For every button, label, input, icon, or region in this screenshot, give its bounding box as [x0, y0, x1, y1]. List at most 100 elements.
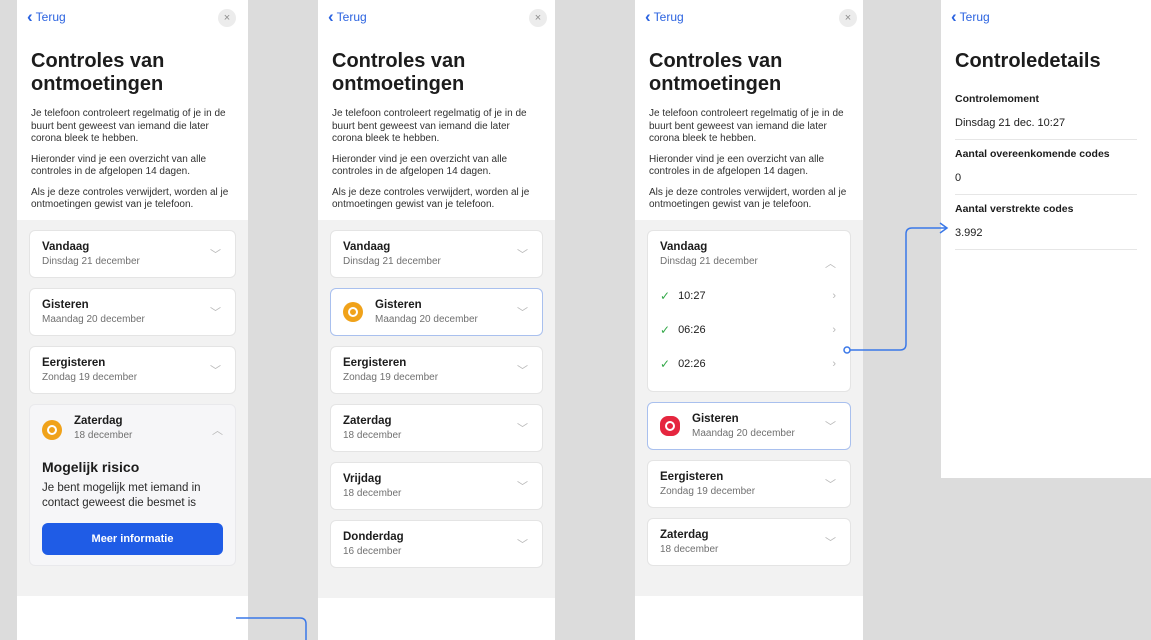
chevron-right-icon: ›	[832, 357, 836, 370]
day-card[interactable]: Gisteren Maandag 20 december ﹀	[29, 287, 236, 336]
intro-text: Je telefoon controleert regelmatig of je…	[31, 108, 226, 144]
day-card[interactable]: Eergisteren Zondag 19 december ﹀	[29, 345, 236, 394]
checkmark-icon: ✓	[660, 356, 671, 371]
detail-value: 3.992	[955, 227, 983, 239]
day-card[interactable]: Eergisteren Zondag 19 december ﹀	[330, 345, 543, 394]
day-card[interactable]: Donderdag 16 december ﹀	[330, 519, 543, 568]
intro-text: Als je deze controles verwijdert, worden…	[649, 186, 847, 211]
day-card[interactable]: Eergisteren Zondag 19 december ﹀	[647, 459, 851, 508]
day-title: Eergisteren	[42, 356, 106, 369]
chevron-left-icon: ‹	[645, 7, 651, 26]
close-button[interactable]: ×	[529, 9, 547, 27]
day-date: Dinsdag 21 december	[42, 255, 140, 267]
close-icon: ×	[844, 12, 852, 24]
day-card-warning[interactable]: Gisteren Maandag 20 december ﹀	[330, 287, 543, 336]
chevron-down-icon: ﹀	[517, 422, 528, 435]
detail-label: Aantal verstrekte codes	[955, 203, 1074, 215]
intro-text: Hieronder vind je een overzicht van alle…	[649, 153, 825, 178]
day-card[interactable]: Zaterdag 18 december ﹀	[647, 517, 851, 566]
day-title: Zaterdag	[343, 414, 392, 427]
day-title: Gisteren	[42, 298, 89, 311]
intro-text: Hieronder vind je een overzicht van alle…	[31, 153, 207, 178]
more-info-button[interactable]: Meer informatie	[42, 522, 223, 555]
chevron-down-icon: ﹀	[210, 306, 221, 319]
backdrop-gap	[941, 478, 1151, 640]
checkmark-icon: ✓	[660, 288, 671, 303]
detail-section: Aantal verstrekte codes 3.992	[955, 195, 1137, 250]
day-title: Vandaag	[660, 240, 708, 253]
nav-bar: ‹ Terug	[941, 0, 1151, 42]
back-button[interactable]: ‹ Terug	[645, 7, 684, 26]
close-icon: ×	[223, 12, 231, 24]
day-date: Maandag 20 december	[375, 313, 478, 325]
day-title: Gisteren	[692, 412, 739, 425]
backdrop-gap	[555, 0, 635, 640]
check-list: Vandaag Dinsdag 21 december ﹀ Gisteren Maan…	[318, 219, 555, 598]
page-title: Controles van ontmoetingen	[649, 50, 783, 95]
check-list: Vandaag Dinsdag 21 december ﹀ Gisteren Maan…	[17, 219, 248, 596]
day-title: Zaterdag	[660, 528, 709, 541]
day-card[interactable]: Vandaag Dinsdag 21 december ﹀	[330, 229, 543, 278]
back-button[interactable]: ‹ Terug	[328, 7, 367, 26]
day-card-expanded[interactable]: Vandaag Dinsdag 21 december ︿ ✓ 10:27 › ✓ 0…	[647, 229, 851, 392]
screen-overview-risk: ‹ Terug × Controles van ontmoetingen Je t…	[17, 0, 248, 640]
chevron-down-icon: ﹀	[825, 536, 836, 549]
day-title: Vandaag	[343, 240, 391, 253]
detail-label: Controlemoment	[955, 93, 1039, 105]
intro-text: Als je deze controles verwijdert, worden…	[31, 186, 229, 211]
back-label: Terug	[653, 10, 684, 24]
check-time-row[interactable]: ✓ 06:26 ›	[660, 313, 838, 347]
chevron-left-icon: ‹	[328, 7, 334, 26]
chevron-down-icon: ﹀	[825, 420, 836, 433]
detail-section: Controlemoment Dinsdag 21 dec. 10:27	[955, 85, 1137, 140]
backdrop-gap	[0, 0, 17, 640]
day-date: Maandag 20 december	[42, 313, 145, 325]
chevron-up-icon: ︿	[212, 424, 223, 437]
back-label: Terug	[959, 10, 990, 24]
check-list: Vandaag Dinsdag 21 december ︿ ✓ 10:27 › ✓ 0…	[635, 219, 863, 596]
intro-text: Je telefoon controleert regelmatig of je…	[332, 108, 527, 144]
chevron-right-icon: ›	[832, 323, 836, 336]
day-card[interactable]: Vrijdag 18 december ﹀	[330, 461, 543, 510]
day-card-expanded[interactable]: Zaterdag 18 december ︿ Mogelijk risico Je…	[29, 403, 236, 566]
day-date: Maandag 20 december	[692, 427, 795, 439]
back-label: Terug	[35, 10, 66, 24]
nav-bar: ‹ Terug ×	[635, 0, 863, 42]
close-button[interactable]: ×	[218, 9, 236, 27]
day-title: Eergisteren	[343, 356, 407, 369]
day-date: Zondag 19 december	[343, 371, 439, 383]
day-date: Dinsdag 21 december	[343, 255, 441, 267]
chevron-left-icon: ‹	[27, 7, 33, 26]
day-date: Zondag 19 december	[42, 371, 138, 383]
page-title: Controles van ontmoetingen	[31, 50, 165, 95]
screen-overview-expanded: ‹ Terug × Controles van ontmoetingen Je t…	[635, 0, 863, 640]
chevron-down-icon: ﹀	[210, 248, 221, 261]
screen-overview-warning: ‹ Terug × Controles van ontmoetingen Je t…	[318, 0, 555, 640]
close-icon: ×	[534, 12, 542, 24]
detail-section: Aantal overeenkomende codes 0	[955, 140, 1137, 195]
day-title: Vandaag	[42, 240, 90, 253]
day-title: Donderdag	[343, 530, 404, 543]
screen-check-details: ‹ Terug Controledetails Controlemoment Din…	[941, 0, 1151, 478]
check-time-row[interactable]: ✓ 02:26 ›	[660, 347, 838, 381]
page-title: Controledetails	[955, 50, 1101, 72]
detail-label: Aantal overeenkomende codes	[955, 148, 1110, 160]
chevron-down-icon: ﹀	[210, 364, 221, 377]
check-time: 10:27	[678, 289, 706, 302]
day-card-risk[interactable]: Gisteren Maandag 20 december ﹀	[647, 401, 851, 450]
backdrop-gap	[248, 0, 318, 640]
day-card[interactable]: Zaterdag 18 december ﹀	[330, 403, 543, 452]
check-time: 06:26	[678, 323, 706, 336]
day-title: Vrijdag	[343, 472, 382, 485]
day-card[interactable]: Vandaag Dinsdag 21 december ﹀	[29, 229, 236, 278]
back-button[interactable]: ‹ Terug	[951, 8, 990, 25]
close-button[interactable]: ×	[839, 9, 857, 27]
intro-text: Je telefoon controleert regelmatig of je…	[649, 108, 844, 144]
back-button[interactable]: ‹ Terug	[27, 7, 66, 26]
expanded-header: Zaterdag 18 december ︿	[42, 415, 223, 445]
chevron-down-icon: ﹀	[517, 480, 528, 493]
chevron-up-icon: ︿	[825, 257, 836, 270]
check-time-row[interactable]: ✓ 10:27 ›	[660, 279, 838, 313]
day-date: 18 december	[660, 543, 719, 555]
day-date: 18 december	[74, 429, 133, 441]
